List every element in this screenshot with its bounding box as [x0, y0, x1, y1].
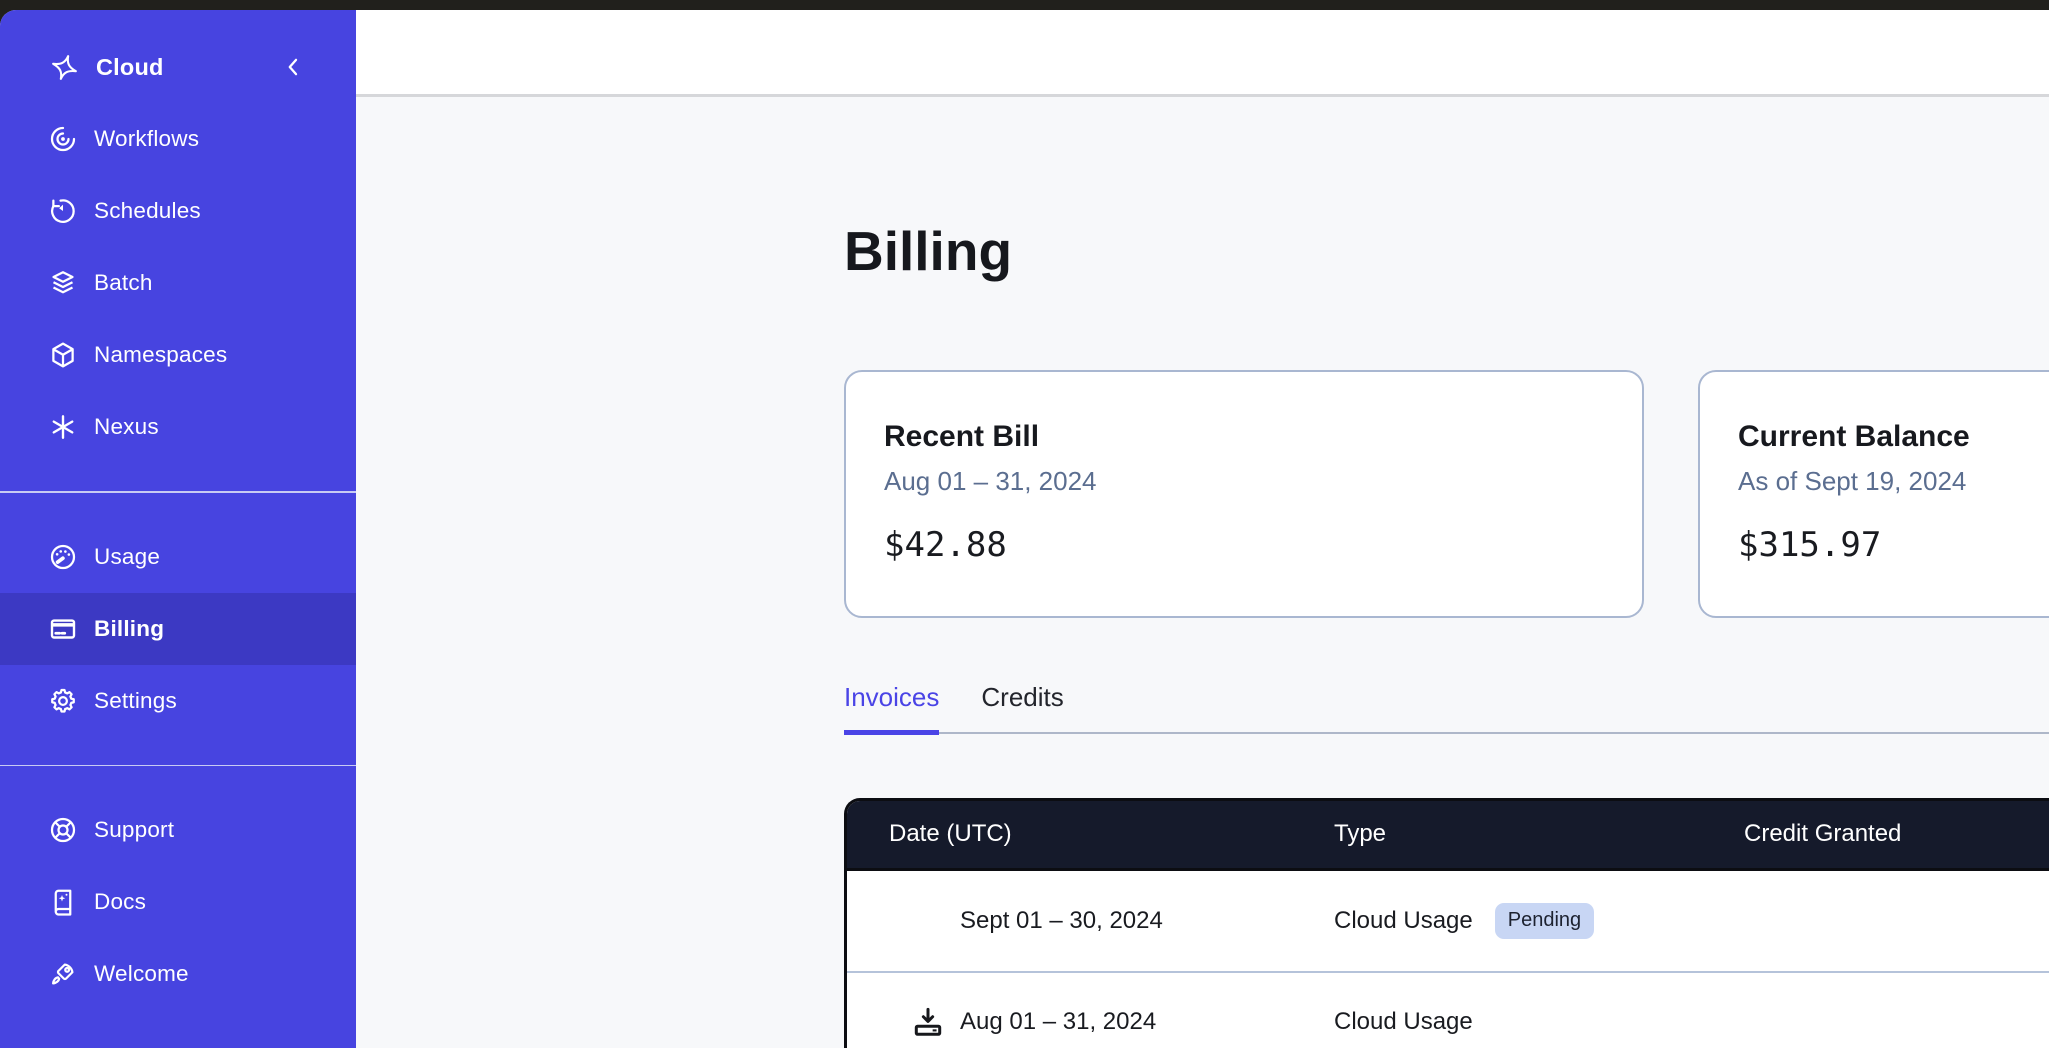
status-badge-pending: Pending: [1495, 903, 1594, 939]
nexus-icon: [48, 412, 78, 442]
sidebar-item-welcome[interactable]: Welcome: [0, 938, 356, 1010]
sidebar-item-label: Schedules: [94, 198, 201, 224]
sidebar-item-workflows[interactable]: Workflows: [0, 103, 356, 175]
sidebar: Cloud Workflows: [0, 10, 356, 1048]
invoice-row[interactable]: Aug 01 – 31, 2024 Cloud Usage: [847, 971, 2049, 1048]
invoice-type-cell: Cloud Usage Pending: [1334, 903, 1744, 939]
invoices-table-header: Date (UTC) Type Credit Granted: [847, 801, 2049, 871]
sidebar-item-label: Welcome: [94, 961, 189, 987]
batch-icon: [48, 268, 78, 298]
sidebar-item-label: Settings: [94, 688, 177, 714]
sidebar-divider: [0, 765, 356, 767]
sidebar-item-settings[interactable]: Settings: [0, 665, 356, 737]
card-title: Current Balance: [1738, 418, 2049, 456]
sidebar-item-schedules[interactable]: Schedules: [0, 175, 356, 247]
invoice-row[interactable]: Sept 01 – 30, 2024 Cloud Usage Pending: [847, 871, 2049, 971]
billing-summary-cards: Recent Bill Aug 01 – 31, 2024 $42.88 Cur…: [844, 370, 2049, 618]
recent-bill-card: Recent Bill Aug 01 – 31, 2024 $42.88: [844, 370, 1644, 618]
welcome-rocket-icon: [48, 959, 78, 989]
sidebar-item-label: Support: [94, 817, 174, 843]
billing-icon: [48, 614, 78, 644]
sidebar-item-docs[interactable]: Docs: [0, 866, 356, 938]
billing-page: Billing Recent Bill Aug 01 – 31, 2024 $4…: [356, 97, 2049, 1048]
sidebar-item-label: Workflows: [94, 126, 199, 152]
docs-icon: [48, 887, 78, 917]
workflows-icon: [48, 124, 78, 154]
sidebar-item-label: Docs: [94, 889, 146, 915]
card-title: Recent Bill: [884, 418, 1604, 456]
sidebar-item-nexus[interactable]: Nexus: [0, 391, 356, 463]
invoice-date: Aug 01 – 31, 2024: [960, 1008, 1156, 1036]
usage-icon: [48, 542, 78, 572]
sidebar-item-batch[interactable]: Batch: [0, 247, 356, 319]
current-balance-card: Current Balance As of Sept 19, 2024 $315…: [1698, 370, 2049, 618]
card-date-range: Aug 01 – 31, 2024: [884, 464, 1604, 498]
column-header-credit-granted: Credit Granted: [1744, 820, 2049, 848]
sidebar-item-label: Billing: [94, 616, 164, 642]
invoice-date: Sept 01 – 30, 2024: [960, 907, 1163, 935]
invoice-date-cell: Aug 01 – 31, 2024: [847, 1004, 1334, 1040]
sidebar-item-usage[interactable]: Usage: [0, 521, 356, 593]
sidebar-header-cloud: Cloud: [0, 31, 356, 103]
page-title: Billing: [844, 97, 2049, 282]
invoice-type: Cloud Usage: [1334, 907, 1473, 935]
sidebar-item-billing[interactable]: Billing: [0, 593, 356, 665]
main-area: Billing Recent Bill Aug 01 – 31, 2024 $4…: [356, 10, 2049, 1048]
collapse-sidebar-icon[interactable]: [280, 54, 306, 80]
billing-tabs: Invoices Credits: [844, 682, 2049, 734]
invoice-type: Cloud Usage: [1334, 1008, 1473, 1036]
schedules-icon: [48, 196, 78, 226]
sidebar-item-namespaces[interactable]: Namespaces: [0, 319, 356, 391]
card-amount: $42.88: [884, 525, 1604, 565]
support-icon: [48, 815, 78, 845]
namespaces-icon: [48, 340, 78, 370]
invoices-table: Date (UTC) Type Credit Granted: [844, 798, 2049, 1048]
invoice-type-cell: Cloud Usage: [1334, 1008, 1744, 1036]
column-header-date: Date (UTC): [847, 820, 1334, 848]
sidebar-item-label: Batch: [94, 270, 153, 296]
sidebar-item-support[interactable]: Support: [0, 794, 356, 866]
download-invoice-icon[interactable]: [910, 1004, 946, 1040]
settings-icon: [48, 686, 78, 716]
sidebar-divider: [0, 491, 356, 493]
card-amount: $315.97: [1738, 525, 2049, 565]
tab-invoices[interactable]: Invoices: [844, 682, 939, 735]
sidebar-item-label: Nexus: [94, 414, 159, 440]
app-window: Cloud Workflows: [0, 10, 2049, 1048]
sidebar-header-label: Cloud: [96, 54, 164, 81]
invoice-date-cell: Sept 01 – 30, 2024: [847, 903, 1334, 939]
tab-credits[interactable]: Credits: [981, 682, 1063, 732]
sidebar-item-label: Namespaces: [94, 342, 227, 368]
card-as-of-date: As of Sept 19, 2024: [1738, 464, 2049, 498]
sidebar-item-label: Usage: [94, 544, 160, 570]
temporal-cloud-logo-icon: [48, 51, 81, 84]
column-header-type: Type: [1334, 820, 1744, 848]
top-bar: [356, 10, 2049, 97]
